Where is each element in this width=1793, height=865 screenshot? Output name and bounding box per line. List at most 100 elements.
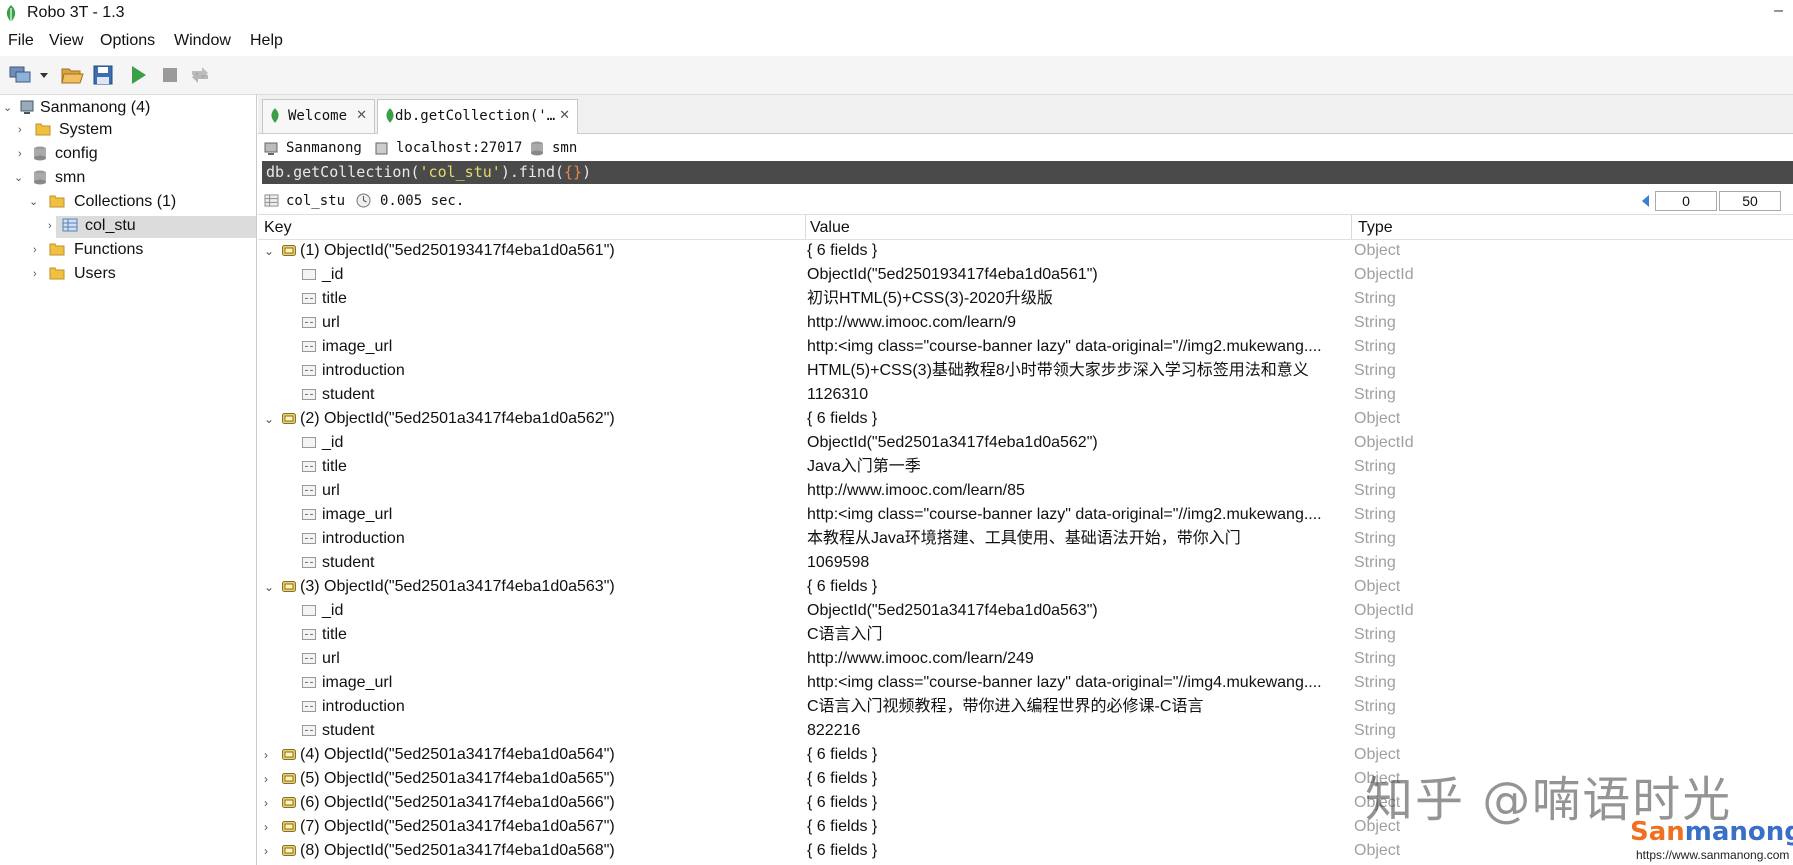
- field-row[interactable]: image_url http:<img class="course-banner …: [258, 503, 1793, 527]
- column-divider[interactable]: [1351, 215, 1352, 239]
- chevron-down-icon[interactable]: ⌄: [264, 575, 274, 599]
- row-value: { 6 fields }: [807, 578, 878, 595]
- objectid-icon: [302, 437, 316, 448]
- chevron-right-icon[interactable]: ›: [264, 791, 268, 815]
- chevron-right-icon[interactable]: ›: [33, 239, 45, 261]
- field-row[interactable]: student 1126310 String: [258, 383, 1793, 407]
- close-icon[interactable]: ✕: [559, 100, 570, 132]
- chevron-down-icon[interactable]: ⌄: [14, 167, 26, 189]
- row-key: student: [322, 722, 375, 739]
- chevron-down-icon[interactable]: ⌄: [3, 97, 15, 119]
- row-type: ObjectId: [1354, 266, 1414, 283]
- row-type: String: [1354, 458, 1396, 475]
- row-type: String: [1354, 506, 1396, 523]
- row-type: Object: [1354, 242, 1401, 259]
- database-icon: [531, 141, 543, 156]
- connection-host: localhost:27017: [396, 140, 523, 156]
- string-icon: [302, 365, 316, 376]
- save-icon[interactable]: [91, 63, 115, 87]
- field-row[interactable]: student 1069598 String: [258, 551, 1793, 575]
- field-row[interactable]: _id ObjectId("5ed2501a3417f4eba1d0a563") O…: [258, 599, 1793, 623]
- document-row[interactable]: › (8) ObjectId("5ed2501a3417f4eba1d0a568"…: [258, 839, 1793, 863]
- row-type: ObjectId: [1354, 434, 1414, 451]
- chevron-down-icon[interactable]: ⌄: [264, 239, 274, 263]
- chevron-right-icon[interactable]: ›: [264, 815, 268, 839]
- document-row[interactable]: ⌄ (1) ObjectId("5ed250193417f4eba1d0a561"…: [258, 239, 1793, 263]
- connection-info-bar: Sanmanong localhost:27017 smn: [258, 135, 1793, 161]
- document-row[interactable]: ⌄ (2) ObjectId("5ed2501a3417f4eba1d0a562"…: [258, 407, 1793, 431]
- watermark-brand: Sanmanong: [1630, 817, 1793, 847]
- row-key: (5) ObjectId("5ed2501a3417f4eba1d0a565"): [300, 770, 615, 787]
- folder-icon: [35, 123, 51, 136]
- menu-options[interactable]: Options: [100, 32, 155, 50]
- chevron-down-icon[interactable]: ⌄: [29, 191, 41, 213]
- tab-query[interactable]: db.getCollection('… ✕: [377, 99, 578, 134]
- row-value: { 6 fields }: [807, 770, 878, 787]
- page-left-icon[interactable]: [1640, 194, 1650, 208]
- row-value: { 6 fields }: [807, 242, 878, 259]
- menu-file[interactable]: File: [8, 32, 34, 50]
- row-type: String: [1354, 674, 1396, 691]
- field-row[interactable]: student 822216 String: [258, 719, 1793, 743]
- row-value: { 6 fields }: [807, 746, 878, 763]
- chevron-right-icon[interactable]: ›: [264, 743, 268, 767]
- skip-input[interactable]: 0: [1655, 191, 1717, 211]
- menu-view[interactable]: View: [49, 32, 83, 50]
- column-header-type[interactable]: Type: [1358, 219, 1393, 237]
- close-icon[interactable]: ✕: [356, 100, 367, 132]
- field-row[interactable]: title 初识HTML(5)+CSS(3)-2020升级版 String: [258, 287, 1793, 311]
- chevron-right-icon[interactable]: ›: [264, 767, 268, 791]
- connect-icon[interactable]: [8, 63, 32, 87]
- robo3t-leaf-icon: [6, 5, 16, 22]
- column-header-value[interactable]: Value: [810, 219, 850, 237]
- connection-name: Sanmanong: [286, 140, 362, 156]
- field-row[interactable]: introduction 本教程从Java环境搭建、工具使用、基础语法开始，带你入…: [258, 527, 1793, 551]
- field-row[interactable]: image_url http:<img class="course-banner …: [258, 671, 1793, 695]
- connect-dropdown-icon[interactable]: [38, 63, 50, 87]
- field-row[interactable]: _id ObjectId("5ed250193417f4eba1d0a561") O…: [258, 263, 1793, 287]
- chevron-right-icon[interactable]: ›: [48, 215, 60, 237]
- chevron-down-icon[interactable]: ⌄: [264, 407, 274, 431]
- field-row[interactable]: introduction C语言入门视频教程，带你进入编程世界的必修课-C语言 St…: [258, 695, 1793, 719]
- chevron-right-icon[interactable]: ›: [33, 263, 45, 285]
- query-editor[interactable]: db.getCollection('col_stu').find({}): [262, 161, 1793, 184]
- chevron-right-icon[interactable]: ›: [264, 839, 268, 863]
- row-type: Object: [1354, 410, 1401, 427]
- field-row[interactable]: image_url http:<img class="course-banner …: [258, 335, 1793, 359]
- window-title: Robo 3T - 1.3: [27, 4, 125, 21]
- column-divider[interactable]: [805, 215, 806, 239]
- field-row[interactable]: url http://www.imooc.com/learn/249 String: [258, 647, 1793, 671]
- string-icon: [302, 293, 316, 304]
- execute-icon[interactable]: [126, 63, 150, 87]
- row-key: student: [322, 554, 375, 571]
- menu-window[interactable]: Window: [174, 32, 231, 50]
- row-value: 1069598: [807, 554, 870, 571]
- menu-help[interactable]: Help: [250, 32, 283, 50]
- chevron-right-icon[interactable]: ›: [18, 119, 30, 141]
- field-row[interactable]: url http://www.imooc.com/learn/85 String: [258, 479, 1793, 503]
- minimize-button[interactable]: –: [1774, 2, 1783, 20]
- field-row[interactable]: _id ObjectId("5ed2501a3417f4eba1d0a562") O…: [258, 431, 1793, 455]
- folder-icon: [49, 243, 65, 256]
- toolbar: [0, 56, 1793, 95]
- refresh-icon[interactable]: [188, 63, 212, 87]
- tab-welcome[interactable]: Welcome ✕: [262, 99, 375, 133]
- row-value: ObjectId("5ed2501a3417f4eba1d0a562"): [807, 434, 1098, 451]
- field-row[interactable]: url http://www.imooc.com/learn/9 String: [258, 311, 1793, 335]
- open-folder-icon[interactable]: [60, 63, 84, 87]
- column-header-key[interactable]: Key: [264, 219, 292, 237]
- row-key: (8) ObjectId("5ed2501a3417f4eba1d0a568"): [300, 842, 615, 859]
- row-value: { 6 fields }: [807, 842, 878, 859]
- field-row[interactable]: introduction HTML(5)+CSS(3)基础教程8小时带领大家步步深…: [258, 359, 1793, 383]
- tree-item-label: smn: [55, 169, 86, 186]
- field-row[interactable]: title Java入门第一季 String: [258, 455, 1793, 479]
- chevron-right-icon[interactable]: ›: [18, 143, 30, 165]
- document-row[interactable]: ⌄ (3) ObjectId("5ed2501a3417f4eba1d0a563"…: [258, 575, 1793, 599]
- table-icon: [62, 218, 78, 232]
- row-value: C语言入门视频教程，带你进入编程世界的必修课-C语言: [807, 698, 1204, 715]
- field-row[interactable]: title C语言入门 String: [258, 623, 1793, 647]
- stop-icon[interactable]: [158, 63, 182, 87]
- tree-item-label: col_stu: [85, 217, 136, 234]
- row-value: C语言入门: [807, 626, 883, 643]
- limit-input[interactable]: 50: [1719, 191, 1781, 211]
